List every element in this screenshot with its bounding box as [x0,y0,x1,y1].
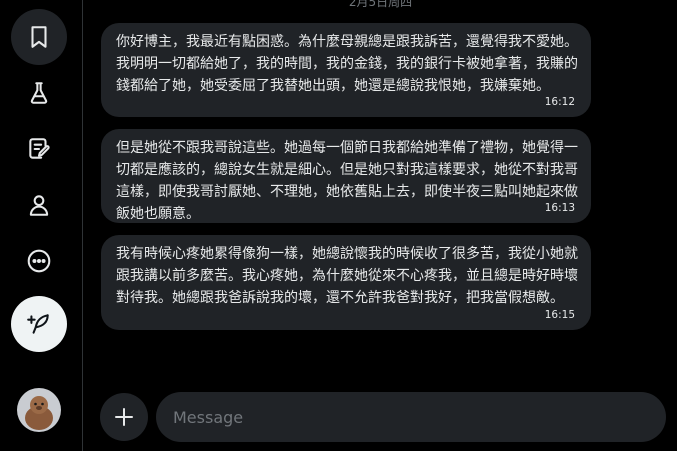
plus-icon [115,408,133,426]
message-bubble[interactable]: 我有時候心疼她累得像狗一樣，她總說懷我的時候收了很多苦，我從小她就跟我講以前多麼… [101,235,591,330]
message-time: 16:13 [544,202,575,214]
avatar[interactable] [17,388,61,432]
more-button[interactable] [11,233,67,289]
flask-icon [30,82,48,104]
message-bubble[interactable]: 但是她從不跟我哥說這些。她過每一個節日我都給她準備了禮物，她覺得一切都是應該的，… [101,129,591,223]
bookmarks-button[interactable] [11,9,67,65]
bookmark-icon [31,26,47,48]
conversation: 2月5日周四 你好博主，我最近有點困惑。為什麼母親總是跟我訴苦，還覺得我不愛她。… [84,0,677,451]
message-text: 但是她從不跟我哥說這些。她過每一個節日我都給她準備了禮物，她覺得一切都是應該的，… [116,140,578,222]
message-text: 你好博主，我最近有點困惑。為什麼母親總是跟我訴苦，還覺得我不愛她。我明明一切都給… [116,34,578,94]
profile-icon [29,195,49,216]
more-icon [27,249,51,273]
add-attachment-button[interactable] [100,393,148,441]
profile-button[interactable] [11,177,67,233]
message-text: 我有時候心疼她累得像狗一樣，她總說懷我的時候收了很多苦，我從小她就跟我講以前多麼… [116,246,578,306]
avatar-image [17,388,61,432]
sidebar [0,0,83,451]
date-separator: 2月5日周四 [348,0,413,9]
compose-button[interactable] [11,296,67,352]
labs-button[interactable] [11,65,67,121]
message-time: 16:15 [544,309,575,321]
message-bubble[interactable]: 你好博主，我最近有點困惑。為什麼母親總是跟我訴苦，還覺得我不愛她。我明明一切都給… [101,23,591,117]
notes-button[interactable] [11,121,67,177]
compose-icon [27,314,49,334]
message-time: 16:12 [544,96,575,108]
notes-icon [29,138,50,159]
message-input[interactable] [156,392,666,442]
